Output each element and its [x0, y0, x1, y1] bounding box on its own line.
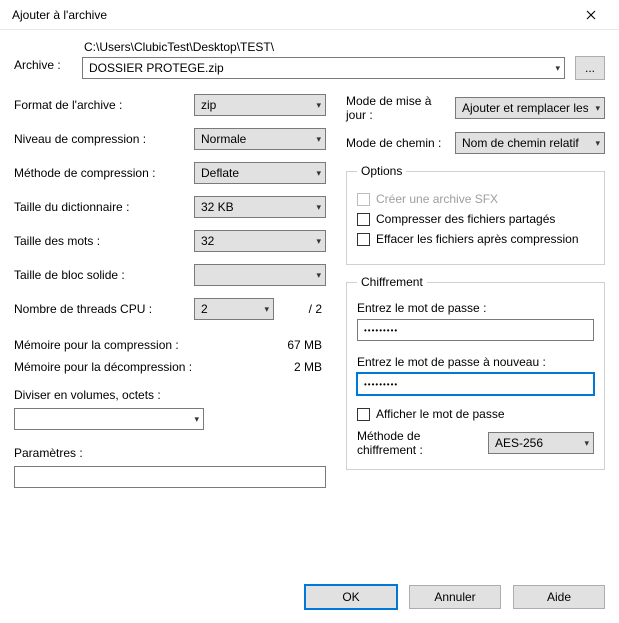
chevron-down-icon: ▾ [264, 304, 269, 315]
option-delete-label: Effacer les fichiers après compression [376, 232, 579, 246]
word-size-label: Taille des mots : [14, 234, 194, 248]
chevron-down-icon: ▾ [194, 414, 199, 425]
cpu-threads-total: / 2 [309, 302, 326, 316]
mem-decompression-label: Mémoire pour la décompression : [14, 360, 192, 374]
format-select[interactable]: zip ▾ [194, 94, 326, 116]
chevron-down-icon: ▾ [595, 103, 600, 114]
option-delete-checkbox[interactable] [357, 233, 370, 246]
option-delete-row[interactable]: Effacer les fichiers après compression [357, 232, 594, 246]
compression-level-label: Niveau de compression : [14, 132, 194, 146]
button-bar: OK Annuler Aide [305, 585, 605, 609]
close-icon [586, 10, 596, 20]
chevron-down-icon: ▾ [316, 100, 321, 111]
encryption-legend: Chiffrement [357, 275, 427, 289]
parameters-input[interactable] [14, 466, 326, 488]
ok-button[interactable]: OK [305, 585, 397, 609]
option-sfx-label: Créer une archive SFX [376, 192, 498, 206]
encryption-method-select[interactable]: AES-256 ▾ [488, 432, 594, 454]
option-sfx-row: Créer une archive SFX [357, 192, 594, 206]
mem-compression-value: 67 MB [287, 338, 322, 352]
compression-level-select[interactable]: Normale ▾ [194, 128, 326, 150]
split-volumes-combo[interactable]: ▾ [14, 408, 204, 430]
solid-block-select[interactable]: ▾ [194, 264, 326, 286]
chevron-down-icon: ▾ [595, 138, 600, 149]
password-input[interactable]: ••••••••• [357, 319, 594, 341]
update-mode-select[interactable]: Ajouter et remplacer les fich ▾ [455, 97, 605, 119]
chevron-down-icon: ▾ [316, 270, 321, 281]
path-mode-select[interactable]: Nom de chemin relatif ▾ [455, 132, 605, 154]
chevron-down-icon: ▾ [316, 202, 321, 213]
chevron-down-icon: ▾ [316, 168, 321, 179]
chevron-down-icon: ▾ [316, 236, 321, 247]
compression-method-select[interactable]: Deflate ▾ [194, 162, 326, 184]
parameters-label: Paramètres : [14, 446, 326, 460]
titlebar: Ajouter à l'archive [0, 0, 619, 30]
word-size-select[interactable]: 32 ▾ [194, 230, 326, 252]
cancel-button[interactable]: Annuler [409, 585, 501, 609]
options-group: Options Créer une archive SFX Compresser… [346, 164, 605, 265]
show-password-label: Afficher le mot de passe [376, 407, 505, 421]
chevron-down-icon: ▾ [584, 438, 589, 449]
password-confirm-input[interactable]: ••••••••• [357, 373, 594, 395]
archive-path: C:\Users\ClubicTest\Desktop\TEST\ [82, 40, 605, 54]
close-button[interactable] [571, 1, 611, 29]
mem-compression-label: Mémoire pour la compression : [14, 338, 179, 352]
show-password-checkbox[interactable] [357, 408, 370, 421]
option-shared-row[interactable]: Compresser des fichiers partagés [357, 212, 594, 226]
password-confirm-label: Entrez le mot de passe à nouveau : [357, 355, 594, 369]
split-volumes-label: Diviser en volumes, octets : [14, 388, 204, 402]
mem-decompression-value: 2 MB [294, 360, 322, 374]
path-mode-label: Mode de chemin : [346, 136, 447, 150]
compression-method-label: Méthode de compression : [14, 166, 194, 180]
option-shared-checkbox[interactable] [357, 213, 370, 226]
help-button[interactable]: Aide [513, 585, 605, 609]
archive-label: Archive : [14, 58, 61, 72]
chevron-down-icon: ▾ [555, 63, 560, 74]
browse-button[interactable]: ... [575, 56, 605, 80]
option-sfx-checkbox [357, 193, 370, 206]
options-legend: Options [357, 164, 406, 178]
solid-block-label: Taille de bloc solide : [14, 268, 194, 282]
update-mode-label: Mode de mise à jour : [346, 94, 447, 122]
encryption-method-label: Méthode de chiffrement : [357, 429, 480, 457]
password-label: Entrez le mot de passe : [357, 301, 594, 315]
format-label: Format de l'archive : [14, 98, 194, 112]
window-title: Ajouter à l'archive [12, 8, 107, 22]
archive-filename: DOSSIER PROTEGE.zip [89, 61, 224, 75]
option-shared-label: Compresser des fichiers partagés [376, 212, 555, 226]
dictionary-size-select[interactable]: 32 KB ▾ [194, 196, 326, 218]
encryption-group: Chiffrement Entrez le mot de passe : •••… [346, 275, 605, 470]
show-password-row[interactable]: Afficher le mot de passe [357, 407, 594, 421]
cpu-threads-select[interactable]: 2 ▾ [194, 298, 274, 320]
dictionary-size-label: Taille du dictionnaire : [14, 200, 194, 214]
cpu-threads-label: Nombre de threads CPU : [14, 302, 194, 316]
archive-filename-combo[interactable]: DOSSIER PROTEGE.zip ▾ [82, 57, 565, 79]
chevron-down-icon: ▾ [316, 134, 321, 145]
